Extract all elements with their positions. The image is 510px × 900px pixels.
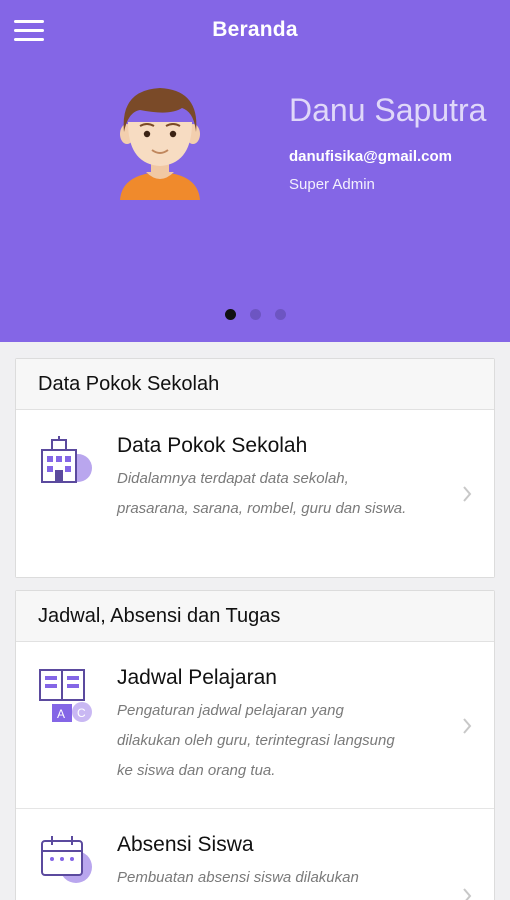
profile-hero: Beranda Danu Saputra danufisika@gmail.co… — [0, 0, 510, 342]
profile-role: Super Admin — [289, 176, 375, 193]
menu-item-title: Jadwal Pelajaran — [117, 666, 277, 689]
section-data-pokok: Data Pokok Sekolah Data Pokok Sekolah Di… — [15, 358, 495, 578]
profile-name: Danu Saputra — [289, 92, 487, 128]
section-header: Jadwal, Absensi dan Tugas — [16, 591, 494, 642]
svg-text:A: A — [57, 707, 65, 721]
chevron-right-icon — [463, 888, 472, 900]
attendance-calendar-icon — [41, 836, 92, 883]
chevron-right-icon — [463, 486, 472, 502]
user-avatar-icon — [120, 88, 200, 200]
school-building-icon — [41, 436, 92, 483]
menu-item-description: Pengaturan jadwal pelajaran yang dilakuk… — [117, 702, 395, 779]
profile-email: danufisika@gmail.com — [289, 148, 453, 165]
menu-item-description: Pembuatan absensi siswa dilakukan — [117, 869, 359, 886]
section-jadwal-absensi: Jadwal, Absensi dan Tugas A C Jadwal Pel… — [15, 590, 495, 900]
section-header: Data Pokok Sekolah — [16, 359, 494, 410]
carousel-dot-2[interactable] — [249, 309, 261, 320]
menu-item-title: Absensi Siswa — [117, 833, 254, 856]
carousel-pagination — [0, 309, 510, 320]
schedule-book-icon: A C — [39, 669, 92, 722]
page-title: Beranda — [212, 18, 298, 41]
menu-item-jadwal-pelajaran[interactable]: A C Jadwal Pelajaran Pengaturan jadwal p… — [16, 642, 494, 809]
menu-item-description: Didalamnya terdapat data sekolah, prasar… — [117, 470, 407, 517]
chevron-right-icon — [463, 718, 472, 734]
menu-item-title: Data Pokok Sekolah — [117, 434, 308, 457]
svg-text:C: C — [77, 706, 86, 720]
carousel-dot-3[interactable] — [274, 309, 286, 320]
menu-item-data-pokok-sekolah[interactable]: Data Pokok Sekolah Didalamnya terdapat d… — [16, 410, 494, 577]
carousel-dot-1[interactable] — [224, 309, 236, 320]
menu-item-absensi-siswa[interactable]: Absensi Siswa Pembuatan absensi siswa di… — [16, 809, 494, 900]
